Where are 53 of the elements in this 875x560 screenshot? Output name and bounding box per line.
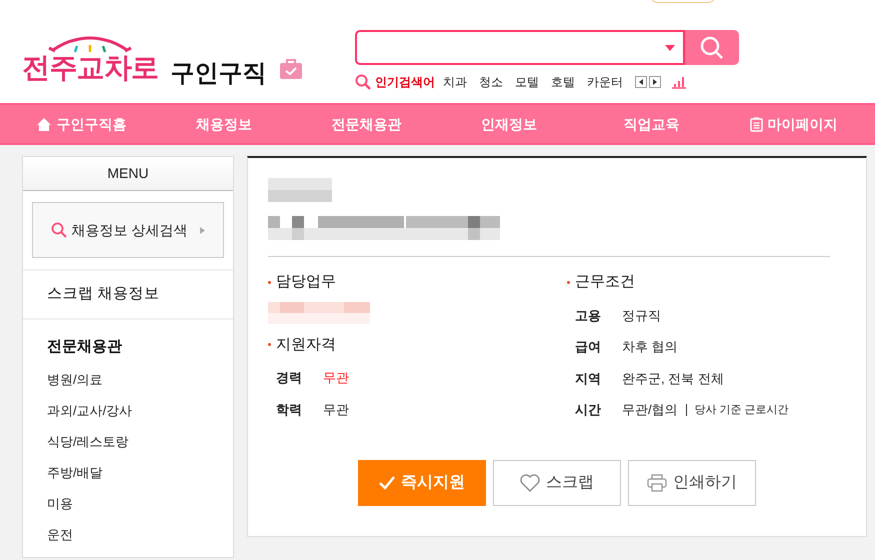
field-value: 정규직 xyxy=(622,306,661,324)
field-label: 고용 xyxy=(575,306,602,324)
field-value: 무관/협의 xyxy=(622,401,678,419)
clipboard-icon xyxy=(750,116,764,132)
left-arrow-icon xyxy=(639,79,643,85)
field-note: 당사 기준 근로시간 xyxy=(694,402,789,418)
right-arrow-icon xyxy=(653,79,657,85)
field-value: 완주군, 전북 전체 xyxy=(622,370,724,388)
search-icon xyxy=(355,74,371,90)
field-label: 지역 xyxy=(575,370,602,388)
detail-search-button[interactable]: 채용정보 상세검색 xyxy=(32,202,224,258)
section-heading: 지원자격 xyxy=(276,334,336,354)
heart-icon xyxy=(520,474,540,492)
scrap-button[interactable]: 스크랩 xyxy=(493,460,621,506)
printer-icon xyxy=(647,474,667,492)
field-label: 경력 xyxy=(276,369,303,387)
search-button[interactable] xyxy=(685,30,739,65)
previous-button[interactable] xyxy=(635,76,647,88)
site-title: 구인구직 xyxy=(170,59,267,89)
briefcase-check-icon xyxy=(278,58,303,80)
right-triangle-icon xyxy=(200,226,206,234)
section-heading: 전문채용관 xyxy=(47,337,123,357)
field-label: 급여 xyxy=(575,338,602,356)
sidebar-item[interactable]: 과외/교사/강사 xyxy=(47,396,132,426)
field-label: 학력 xyxy=(276,400,303,418)
search-icon xyxy=(700,36,724,60)
keyword-link[interactable]: 호텔 xyxy=(551,73,575,91)
sidebar-item[interactable]: 주방/배달 xyxy=(47,458,103,488)
keyword-link[interactable]: 치과 xyxy=(443,73,467,91)
section-heading: 담당업무 xyxy=(276,272,336,292)
field-value: 차후 협의 xyxy=(622,338,678,356)
check-icon xyxy=(379,476,395,490)
search-icon xyxy=(50,222,67,238)
sidebar-item[interactable]: 운전 xyxy=(47,520,73,550)
keyword-link[interactable]: 모텔 xyxy=(515,73,539,91)
sidebar-item[interactable]: 병원/의료 xyxy=(47,364,103,396)
field-value: 무관 xyxy=(323,400,349,418)
sidebar-item[interactable]: 식당/레스토랑 xyxy=(47,426,129,458)
section-heading: 근무조건 xyxy=(575,272,635,292)
keyword-link[interactable]: 청소 xyxy=(479,73,503,91)
popular-label: 인기검색어 xyxy=(375,74,435,91)
home-icon xyxy=(36,116,52,132)
scrap-link[interactable]: 스크랩 채용정보 xyxy=(47,283,160,306)
field-label: 시간 xyxy=(575,401,602,419)
logo-text[interactable]: 전주교차로 xyxy=(22,54,159,82)
field-value: 무관 xyxy=(323,369,349,387)
dropdown-caret-icon[interactable] xyxy=(665,44,675,50)
ranking-chart-icon[interactable] xyxy=(671,76,687,88)
next-button[interactable] xyxy=(649,76,661,88)
sidebar-item[interactable]: 미용 xyxy=(47,488,73,520)
search-field[interactable] xyxy=(355,30,685,65)
print-button[interactable]: 인쇄하기 xyxy=(628,460,756,506)
keyword-link[interactable]: 카운터 xyxy=(587,73,623,91)
